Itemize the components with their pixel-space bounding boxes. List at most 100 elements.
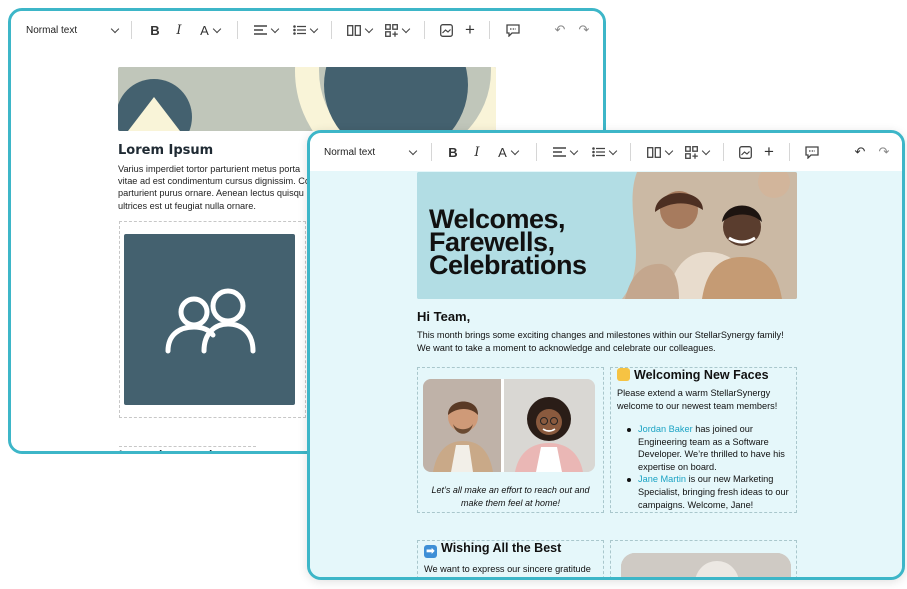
columns-button[interactable] [344,19,374,41]
text-style-label: Normal text [324,146,376,158]
chevron-down-icon [401,24,411,33]
welcoming-block[interactable]: Welcoming New Faces Please extend a warm… [610,367,797,513]
body-paragraph: Varius imperdiet tortor parturient metus… [118,164,310,211]
bold-button[interactable]: B [147,19,163,41]
toolbar-divider [489,21,490,39]
chevron-down-icon [701,146,711,155]
undo-button[interactable]: ↶ [853,141,867,163]
section-title: Lorem Ipsum [118,143,214,158]
list-item: Jordan Baker has joined our Engineering … [627,423,799,473]
text-color-button[interactable]: A [493,141,523,163]
italic-button[interactable]: I [469,141,485,163]
chevron-down-icon [110,24,120,33]
new-members-list: Jordan Baker has joined our Engineering … [627,423,799,511]
chevron-down-icon [569,146,579,155]
text-color-button[interactable]: A [195,19,225,41]
add-block-icon [385,23,398,37]
new-hires-photo [423,379,595,472]
columns-icon [346,24,361,36]
photo-block[interactable]: Let’s all make an effort to reach out an… [417,367,604,513]
list-button[interactable] [290,19,320,41]
chevron-down-icon [408,146,418,155]
bullet-list-icon [293,25,306,35]
toolbar-divider [431,143,432,161]
wishing-heading-text: Wishing All the Best [441,541,562,555]
image-block[interactable] [119,221,306,418]
bold-button[interactable]: B [445,141,461,163]
image-icon [738,145,752,159]
photo-illustration [621,553,791,577]
align-left-icon [254,25,267,35]
users-icon [165,288,256,354]
list-item: Jane Martin is our new Marketing Special… [627,473,799,511]
text-style-dropdown[interactable]: Normal text [324,141,418,163]
image-button[interactable] [438,19,454,41]
welcoming-heading: Welcoming New Faces [617,368,769,382]
italic-button[interactable]: I [171,19,187,41]
toolbar-divider [131,21,132,39]
text-style-dropdown[interactable]: Normal text [26,19,120,41]
section-heading: Lorem ipsum odor amet [119,446,256,451]
columns-icon [646,146,661,158]
photo-block[interactable] [610,540,797,577]
toolbar-divider [331,21,332,39]
redo-icon: ↷ [578,22,590,37]
greeting: Hi Team, [417,309,471,324]
redo-icon: ↷ [878,144,890,159]
toolbar: Normal text B I A + ↶ ↷ [310,133,902,171]
toolbar-divider [237,21,238,39]
comment-icon [506,23,520,37]
undo-icon: ↶ [554,22,566,37]
comment-icon [805,145,819,159]
image-icon [439,23,453,37]
text-style-label: Normal text [26,24,78,36]
photo-caption: Let’s all make an effort to reach out an… [431,485,590,508]
right-arrow-icon: ➡ [424,545,437,558]
front-editor-window: Normal text B I A + ↶ ↷ Welcomes, Farewe… [307,130,905,580]
image-placeholder [124,234,295,405]
comment-button[interactable] [505,19,521,41]
bullet-list-icon [592,147,605,157]
add-block-button[interactable] [382,19,412,41]
chevron-down-icon [608,146,618,155]
wishing-block[interactable]: ➡ Wishing All the Best We want to express… [417,540,604,577]
wishing-heading: ➡ Wishing All the Best [424,541,561,558]
newsletter-banner: Welcomes, Farewells, Celebrations [417,172,797,299]
redo-button[interactable]: ↷ [877,141,891,163]
toolbar-divider [630,143,631,161]
align-button[interactable] [251,19,281,41]
toolbar-divider [424,21,425,39]
align-button[interactable] [550,141,580,163]
member-link[interactable]: Jane Martin [638,474,686,484]
undo-button[interactable]: ↶ [553,19,567,41]
document-canvas[interactable]: Welcomes, Farewells, Celebrations Hi Tea… [310,171,902,577]
waving-hand-icon [617,368,630,381]
insert-button[interactable]: + [463,19,477,41]
toolbar-divider [536,143,537,161]
welcoming-intro: Please extend a warm StellarSynergy welc… [617,388,778,411]
banner-title: Welcomes, Farewells, Celebrations [429,204,587,280]
undo-icon: ↶ [854,144,866,159]
add-block-button[interactable] [682,141,712,163]
redo-button[interactable]: ↷ [577,19,591,41]
align-left-icon [553,147,566,157]
chevron-down-icon [510,146,520,155]
text-color-label: A [200,22,209,38]
member-link[interactable]: Jordan Baker [638,424,693,434]
list-button[interactable] [589,141,619,163]
comment-button[interactable] [804,141,820,163]
chevron-down-icon [309,24,319,33]
insert-button[interactable]: + [762,141,776,163]
toolbar-divider [723,143,724,161]
team-photo [621,553,791,577]
welcoming-heading-text: Welcoming New Faces [634,368,769,382]
plus-icon: + [764,142,774,161]
columns-button[interactable] [644,141,674,163]
add-block-icon [685,145,698,159]
toolbar-divider [789,143,790,161]
text-color-label: A [498,144,507,160]
toolbar: Normal text B I A + ↶ ↷ [11,11,603,49]
intro-paragraph: This month brings some exciting changes … [417,330,784,353]
image-button[interactable] [737,141,753,163]
chevron-down-icon [664,146,673,155]
